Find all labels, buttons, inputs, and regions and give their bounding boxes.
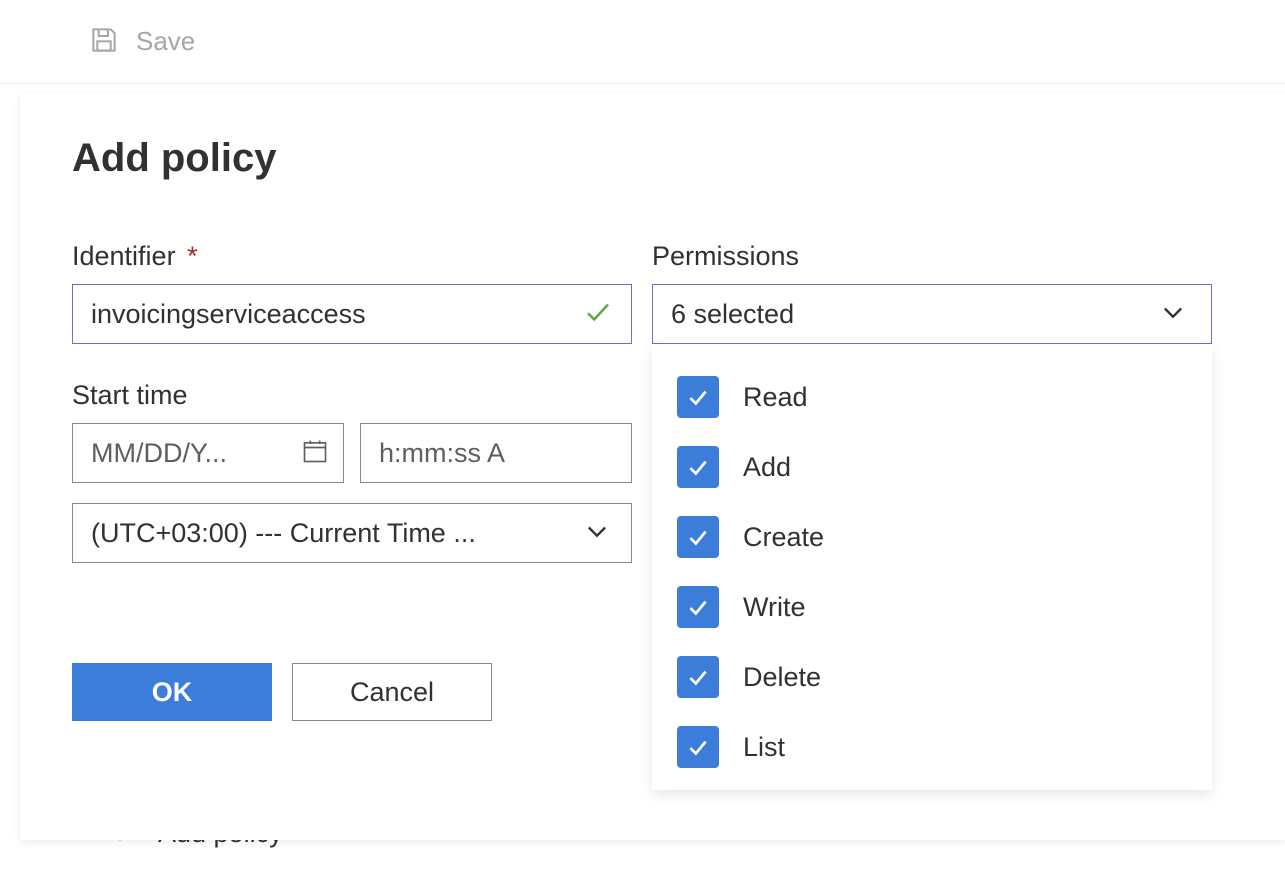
permission-label: Write xyxy=(743,592,806,623)
permissions-dropdown: Read Add Create xyxy=(652,344,1212,790)
checkbox-checked-icon xyxy=(677,516,719,558)
calendar-icon xyxy=(301,437,329,470)
checkmark-icon xyxy=(583,297,613,332)
chevron-down-icon xyxy=(583,517,611,550)
starttime-group: Start time MM/DD/Y... xyxy=(72,380,632,563)
plus-icon xyxy=(106,817,134,850)
identifier-input[interactable] xyxy=(91,299,583,330)
starttime-label: Start time xyxy=(72,380,632,411)
permission-option-read[interactable]: Read xyxy=(653,362,1212,432)
save-label: Save xyxy=(136,26,195,57)
permission-label: List xyxy=(743,732,785,763)
checkbox-checked-icon xyxy=(677,376,719,418)
add-policy-background-row: Add policy xyxy=(106,817,283,850)
save-button[interactable]: Save xyxy=(88,24,195,59)
identifier-label: Identifier * xyxy=(72,241,632,272)
permissions-group: Permissions 6 selected Read xyxy=(652,241,1212,790)
save-icon xyxy=(88,24,120,59)
permission-label: Create xyxy=(743,522,824,553)
time-input[interactable] xyxy=(379,438,613,469)
ok-button[interactable]: OK xyxy=(72,663,272,721)
identifier-label-text: Identifier xyxy=(72,241,176,271)
cancel-button[interactable]: Cancel xyxy=(292,663,492,721)
date-input-wrap[interactable]: MM/DD/Y... xyxy=(72,423,344,483)
permission-option-list[interactable]: List xyxy=(653,712,1212,782)
permissions-select[interactable]: 6 selected xyxy=(652,284,1212,344)
add-policy-bg-text: Add policy xyxy=(158,818,283,849)
chevron-down-icon xyxy=(1159,298,1187,331)
timezone-select[interactable]: (UTC+03:00) --- Current Time ... xyxy=(72,503,632,563)
required-indicator: * xyxy=(187,241,198,271)
checkbox-checked-icon xyxy=(677,446,719,488)
add-policy-panel: Add policy Identifier * xyxy=(20,94,1285,840)
permission-option-add[interactable]: Add xyxy=(653,432,1212,502)
button-row: OK Cancel xyxy=(72,663,632,721)
identifier-group: Identifier * xyxy=(72,241,632,344)
timezone-text: (UTC+03:00) --- Current Time ... xyxy=(91,518,476,549)
identifier-input-wrap xyxy=(72,284,632,344)
checkbox-checked-icon xyxy=(677,726,719,768)
permission-label: Add xyxy=(743,452,791,483)
permission-option-create[interactable]: Create xyxy=(653,502,1212,572)
permissions-label: Permissions xyxy=(652,241,1212,272)
permission-label: Read xyxy=(743,382,808,413)
permission-option-write[interactable]: Write xyxy=(653,572,1212,642)
checkbox-checked-icon xyxy=(677,656,719,698)
permission-option-delete[interactable]: Delete xyxy=(653,642,1212,712)
panel-title: Add policy xyxy=(72,136,1233,181)
toolbar: Save xyxy=(0,0,1285,84)
date-placeholder: MM/DD/Y... xyxy=(91,438,293,469)
permission-label: Delete xyxy=(743,662,821,693)
checkbox-checked-icon xyxy=(677,586,719,628)
time-input-wrap[interactable] xyxy=(360,423,632,483)
permissions-summary: 6 selected xyxy=(671,299,794,330)
